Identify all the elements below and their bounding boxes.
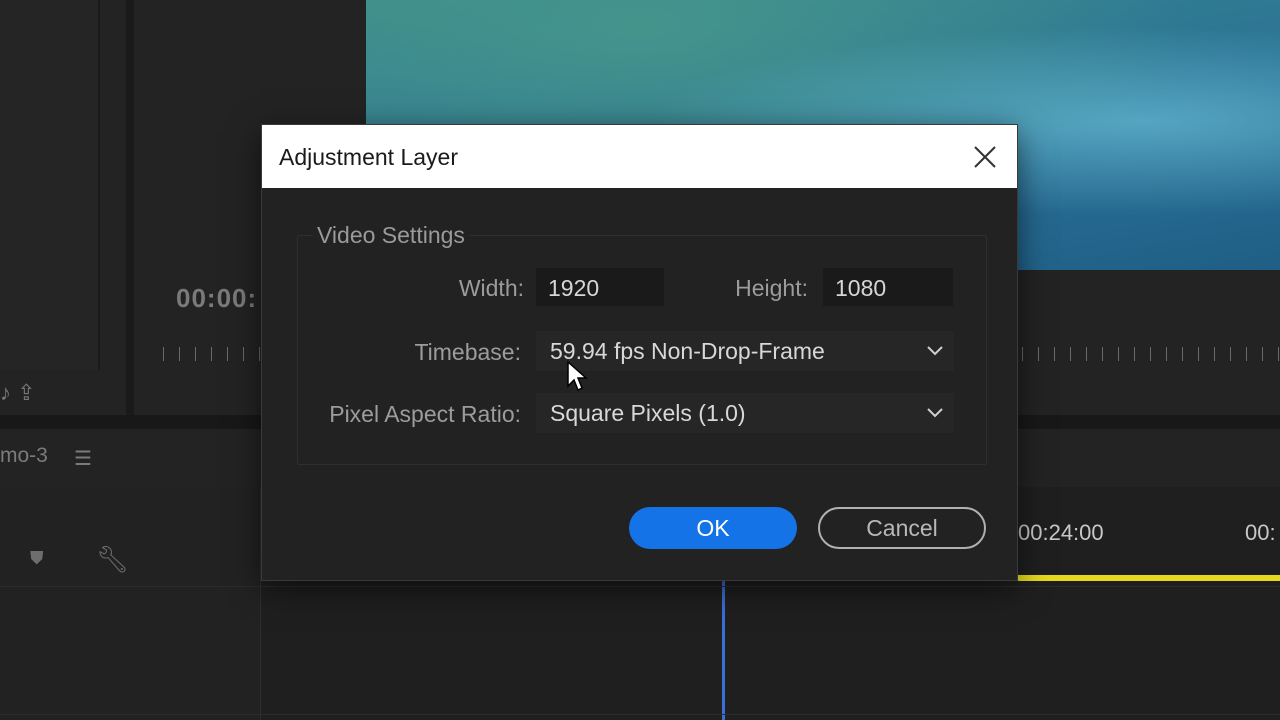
timeline-time-label: 00:	[1245, 520, 1276, 545]
track-divider	[0, 714, 1280, 715]
program-monitor-controls	[1017, 270, 1280, 415]
width-label: Width:	[458, 275, 524, 301]
export-frame-icon[interactable]: ♪ ⇪	[0, 380, 36, 406]
sequence-tab[interactable]: mo-3	[0, 444, 48, 468]
mouse-pointer-icon	[567, 360, 588, 392]
adjustment-layer-dialog: Adjustment Layer Video Settings Width: 1…	[262, 125, 1017, 580]
track-divider	[0, 586, 1280, 587]
width-field[interactable]: 1920	[536, 268, 664, 306]
pixel-aspect-ratio-value: Square Pixels (1.0)	[550, 400, 746, 426]
dialog-title: Adjustment Layer	[279, 144, 458, 170]
ok-button[interactable]: OK	[629, 507, 797, 549]
close-icon	[974, 146, 996, 168]
pixel-aspect-ratio-label: Pixel Aspect Ratio:	[329, 401, 521, 427]
timebase-label: Timebase:	[414, 339, 521, 365]
work-area-bar-active[interactable]	[1017, 575, 1280, 581]
cancel-button[interactable]: Cancel	[818, 507, 986, 549]
dialog-titlebar[interactable]: Adjustment Layer	[262, 125, 1017, 188]
program-ruler	[1022, 347, 1280, 361]
source-timecode: 00:00:	[176, 283, 258, 313]
chevron-down-icon	[927, 346, 943, 356]
close-button[interactable]	[965, 137, 1005, 177]
playhead[interactable]	[722, 581, 725, 720]
marker-icon[interactable]: ⛊	[30, 548, 44, 569]
height-field[interactable]: 1080	[823, 268, 953, 306]
panel-divider	[126, 0, 134, 415]
timebase-dropdown[interactable]: 59.94 fps Non-Drop-Frame	[536, 331, 954, 371]
pixel-aspect-ratio-dropdown[interactable]: Square Pixels (1.0)	[536, 393, 954, 433]
chevron-down-icon	[927, 408, 943, 418]
wrench-icon[interactable]: 🔧︎	[96, 544, 129, 575]
video-settings-title: Video Settings	[313, 222, 469, 249]
timeline-time-label: 00:24:00	[1018, 520, 1104, 545]
project-panel	[0, 0, 100, 370]
menu-icon[interactable]: ☰	[74, 446, 92, 471]
track-headers	[0, 487, 261, 720]
timebase-value: 59.94 fps Non-Drop-Frame	[550, 338, 825, 364]
height-label: Height:	[735, 275, 808, 301]
source-ruler	[163, 347, 263, 361]
